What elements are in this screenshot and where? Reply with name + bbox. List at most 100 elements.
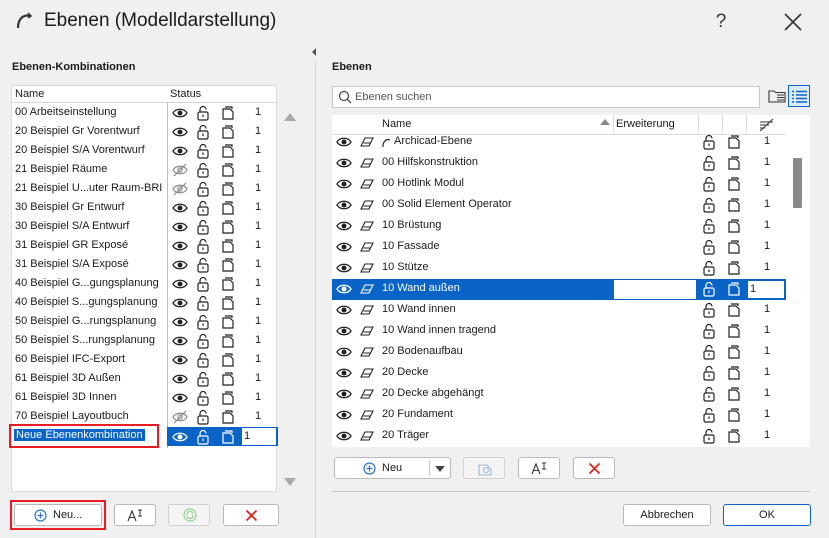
solid-wireframe-icon[interactable] xyxy=(726,407,742,423)
layers-scrollbar[interactable] xyxy=(793,158,802,208)
combination-row[interactable]: 61 Beispiel 3D Außen 1 xyxy=(12,370,278,389)
ok-button[interactable]: OK xyxy=(723,504,811,526)
solid-wireframe-icon[interactable] xyxy=(726,134,742,150)
solid-wireframe-icon[interactable] xyxy=(726,386,742,402)
unlock-icon[interactable] xyxy=(701,176,717,192)
layer-row[interactable]: 10 Wand innen 1 xyxy=(332,300,786,321)
layer-row[interactable]: 10 Stütze 1 xyxy=(332,258,786,279)
layer-search[interactable] xyxy=(332,86,760,108)
combination-row[interactable]: 20 Beispiel S/A Vorentwurf 1 xyxy=(12,142,278,161)
eye-icon[interactable] xyxy=(336,323,352,339)
unlock-icon[interactable] xyxy=(701,197,717,213)
combination-row[interactable]: 50 Beispiel G...rungsplanung 1 xyxy=(12,313,278,332)
layer-row[interactable]: Archicad-Ebene 1 xyxy=(332,132,786,153)
eye-icon[interactable] xyxy=(172,219,188,235)
solid-wireframe-icon[interactable] xyxy=(726,176,742,192)
eye-icon[interactable] xyxy=(336,218,352,234)
col-header-status[interactable]: Status xyxy=(170,88,201,102)
layer-row[interactable]: 00 Hilfskonstruktion 1 xyxy=(332,153,786,174)
eye-icon[interactable] xyxy=(336,386,352,402)
solid-wireframe-icon[interactable] xyxy=(726,365,742,381)
unlock-icon[interactable] xyxy=(195,219,211,235)
eye-icon[interactable] xyxy=(172,314,188,330)
unlock-icon[interactable] xyxy=(195,124,211,140)
layer-row[interactable]: 10 Wand außen 1 xyxy=(332,279,786,300)
solid-wireframe-icon[interactable] xyxy=(220,371,236,387)
unlock-icon[interactable] xyxy=(701,344,717,360)
eye-icon[interactable] xyxy=(172,257,188,273)
unlock-icon[interactable] xyxy=(195,238,211,254)
layer-row[interactable]: 20 Bodenaufbau 1 xyxy=(332,342,786,363)
pen-set-field[interactable]: 1 xyxy=(241,427,277,446)
unlock-icon[interactable] xyxy=(195,257,211,273)
eye-icon[interactable] xyxy=(172,276,188,292)
solid-wireframe-icon[interactable] xyxy=(220,181,236,197)
combination-row[interactable]: 21 Beispiel Räume 1 xyxy=(12,161,278,180)
unlock-icon[interactable] xyxy=(195,181,211,197)
scroll-down-arrow[interactable] xyxy=(284,478,296,486)
combination-row[interactable]: 30 Beispiel Gr Entwurf 1 xyxy=(12,199,278,218)
unlock-icon[interactable] xyxy=(195,314,211,330)
solid-wireframe-icon[interactable] xyxy=(220,162,236,178)
unlock-icon[interactable] xyxy=(701,218,717,234)
cancel-button[interactable]: Abbrechen xyxy=(623,504,711,526)
combination-row[interactable]: 21 Beispiel U...uter Raum-BRI 1 xyxy=(12,180,278,199)
eye-icon[interactable] xyxy=(336,134,352,150)
unlock-icon[interactable] xyxy=(195,143,211,159)
scroll-up-arrow[interactable] xyxy=(284,113,296,121)
solid-wireframe-icon[interactable] xyxy=(726,323,742,339)
eye-icon[interactable] xyxy=(336,428,352,444)
col-header-extension[interactable]: Erweiterung xyxy=(616,118,675,130)
combination-row[interactable]: 31 Beispiel GR Exposé 1 xyxy=(12,237,278,256)
delete-layer-button[interactable] xyxy=(573,457,615,479)
eye-icon[interactable] xyxy=(336,344,352,360)
col-header-layer-name[interactable]: Name xyxy=(382,118,411,130)
solid-wireframe-icon[interactable] xyxy=(220,276,236,292)
solid-wireframe-icon[interactable] xyxy=(220,124,236,140)
layer-row[interactable]: 20 Fundament 1 xyxy=(332,405,786,426)
layer-row[interactable]: 10 Fassade 1 xyxy=(332,237,786,258)
solid-wireframe-icon[interactable] xyxy=(726,302,742,318)
combination-row[interactable]: 50 Beispiel S...rungsplanung 1 xyxy=(12,332,278,351)
folder-view-icon[interactable] xyxy=(768,87,786,105)
eye-hidden-icon[interactable] xyxy=(172,409,188,425)
rename-layer-button[interactable] xyxy=(518,457,560,479)
unlock-icon[interactable] xyxy=(701,134,717,150)
solid-wireframe-icon[interactable] xyxy=(220,314,236,330)
eye-hidden-icon[interactable] xyxy=(172,181,188,197)
unlock-icon[interactable] xyxy=(195,200,211,216)
unlock-icon[interactable] xyxy=(701,386,717,402)
layer-row[interactable]: 20 Decke abgehängt 1 xyxy=(332,384,786,405)
layer-row[interactable]: 10 Wand innen tragend 1 xyxy=(332,321,786,342)
eye-icon[interactable] xyxy=(172,390,188,406)
eye-icon[interactable] xyxy=(172,371,188,387)
eye-icon[interactable] xyxy=(336,260,352,276)
solid-wireframe-icon[interactable] xyxy=(220,390,236,406)
unlock-icon[interactable] xyxy=(195,276,211,292)
solid-wireframe-icon[interactable] xyxy=(726,428,742,444)
eye-icon[interactable] xyxy=(336,197,352,213)
layer-row[interactable]: 10 Brüstung 1 xyxy=(332,216,786,237)
solid-wireframe-icon[interactable] xyxy=(220,333,236,349)
layer-row[interactable]: 00 Hotlink Modul 1 xyxy=(332,174,786,195)
solid-wireframe-icon[interactable] xyxy=(726,260,742,276)
eye-icon[interactable] xyxy=(172,429,188,445)
eye-icon[interactable] xyxy=(336,281,352,297)
eye-icon[interactable] xyxy=(336,155,352,171)
unlock-icon[interactable] xyxy=(701,407,717,423)
combination-row[interactable]: 30 Beispiel S/A Entwurf 1 xyxy=(12,218,278,237)
eye-icon[interactable] xyxy=(172,105,188,121)
pane-splitter[interactable] xyxy=(315,60,316,538)
unlock-icon[interactable] xyxy=(195,371,211,387)
solid-wireframe-icon[interactable] xyxy=(220,219,236,235)
unlock-icon[interactable] xyxy=(701,155,717,171)
eye-icon[interactable] xyxy=(336,407,352,423)
eye-icon[interactable] xyxy=(336,365,352,381)
unlock-icon[interactable] xyxy=(701,239,717,255)
update-button[interactable] xyxy=(168,504,210,526)
unlock-icon[interactable] xyxy=(195,162,211,178)
unlock-icon[interactable] xyxy=(701,365,717,381)
eye-icon[interactable] xyxy=(336,176,352,192)
unlock-icon[interactable] xyxy=(701,428,717,444)
unlock-icon[interactable] xyxy=(195,105,211,121)
